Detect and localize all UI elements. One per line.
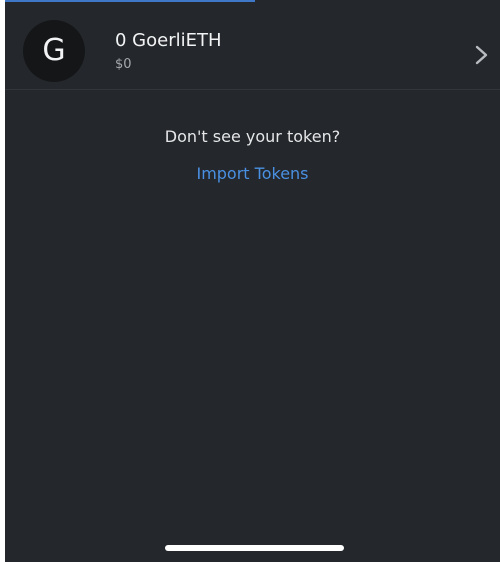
token-fiat-value: $0	[115, 57, 132, 72]
no-token-prompt: Don't see your token? Import Tokens	[5, 126, 500, 185]
token-avatar: G	[23, 20, 85, 82]
missing-token-message: Don't see your token?	[164, 127, 341, 146]
import-tokens-link[interactable]: Import Tokens	[196, 163, 308, 185]
home-indicator-bar[interactable]	[165, 545, 344, 551]
token-row-goerlieth[interactable]: G 0 GoerliETH $0	[5, 2, 500, 90]
chevron-right-icon	[475, 45, 488, 65]
token-balance: 0 GoerliETH	[115, 30, 222, 51]
wallet-token-list-screen: G 0 GoerliETH $0 Don't see your token? I…	[5, 0, 500, 562]
